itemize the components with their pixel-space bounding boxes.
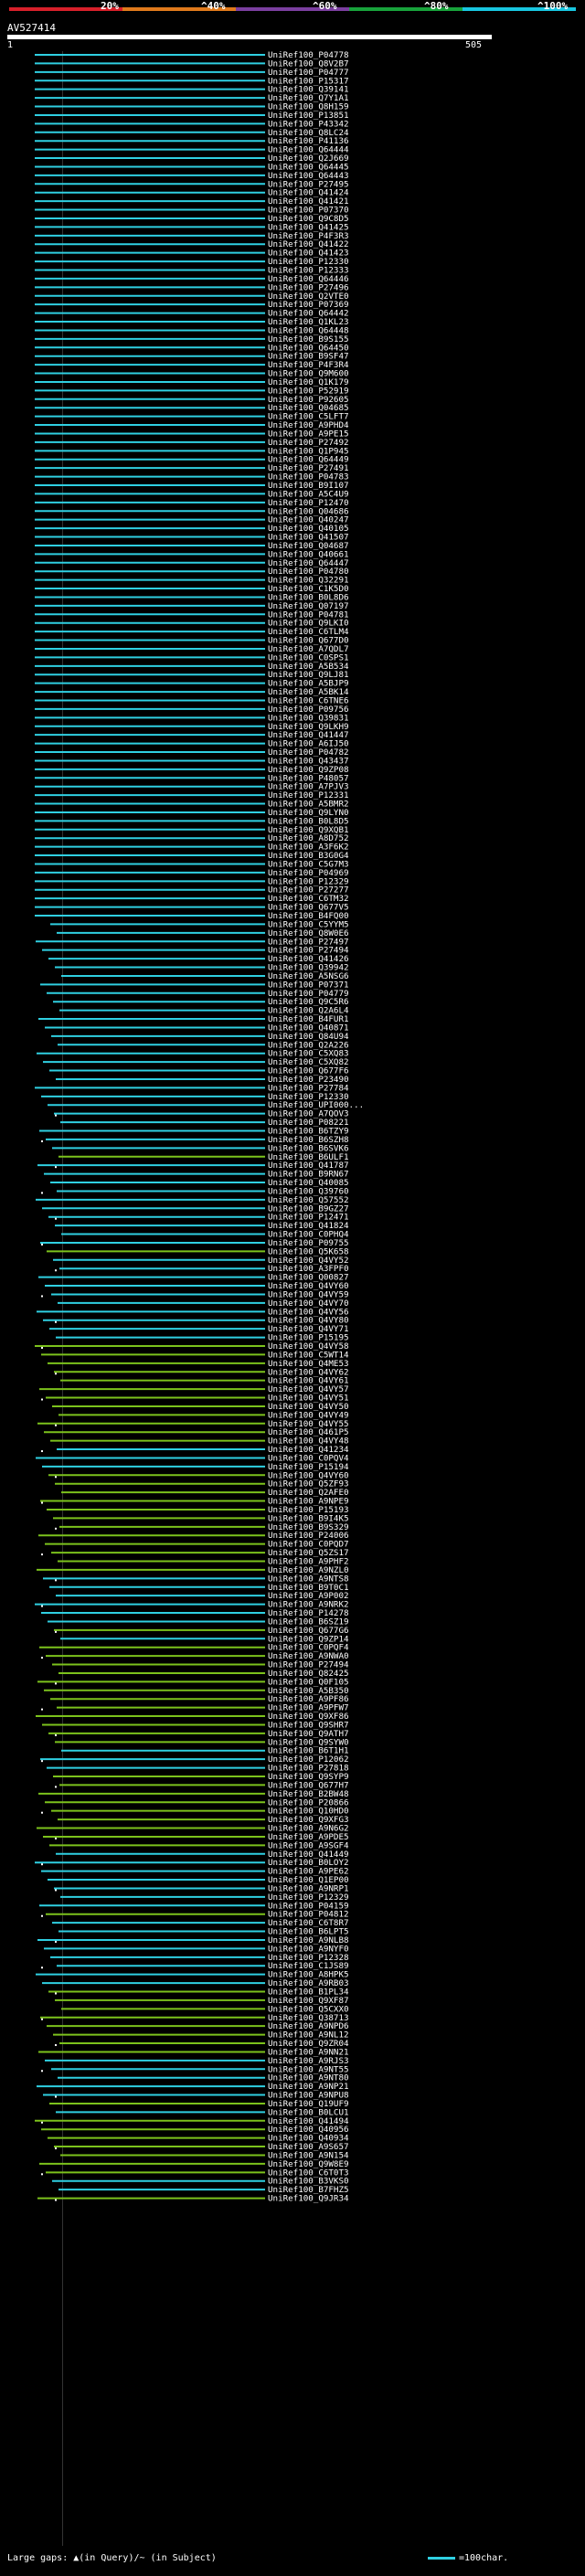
gap-marker	[41, 1450, 43, 1453]
legend-label-40: ^40%	[201, 0, 226, 12]
gap-marker	[41, 2070, 43, 2072]
gap-marker	[55, 1424, 57, 1426]
gap-marker	[55, 1527, 57, 1530]
scale-swatch	[428, 2556, 455, 2560]
gap-marker	[55, 2199, 57, 2201]
gap-marker	[41, 1140, 43, 1142]
gap-marker	[55, 1837, 57, 1839]
scale-label: =100char.	[459, 2553, 509, 2563]
gap-marker	[41, 1192, 43, 1194]
gap-marker	[55, 1940, 57, 1943]
gap-marker	[41, 2173, 43, 2176]
gap-marker	[41, 1553, 43, 1556]
gap-marker	[41, 1243, 43, 1246]
identity-legend-bar	[9, 7, 576, 11]
gap-marker	[55, 1476, 57, 1479]
gap-marker	[41, 1347, 43, 1349]
gap-marker	[55, 1630, 57, 1633]
ruler-start: 1	[7, 40, 14, 50]
hit-list: UniRef100_P04778UniRef100_Q8V2B7UniRef10…	[35, 51, 364, 2204]
gap-marker	[41, 1295, 43, 1298]
gap-marker	[41, 1398, 43, 1401]
gap-marker	[55, 1114, 57, 1117]
gap-marker	[55, 1166, 57, 1169]
gap-marker	[55, 1217, 57, 1220]
gap-marker	[41, 1966, 43, 1969]
query-id: AV527414	[7, 22, 56, 34]
gap-marker	[55, 1786, 57, 1788]
gap-marker	[41, 1657, 43, 1659]
gap-marker	[55, 1682, 57, 1685]
gap-marker	[55, 2044, 57, 2047]
gap-marker	[41, 1760, 43, 1763]
query-ruler	[7, 35, 492, 39]
hit-row[interactable]: UniRef100_Q9JR34	[37, 2194, 349, 2204]
gap-marker	[55, 1733, 57, 1736]
legend-label-20: 20%	[101, 0, 119, 12]
ruler-end: 505	[465, 40, 483, 50]
legend-label-100: ^100%	[537, 0, 569, 12]
gap-marker	[55, 2095, 57, 2098]
footer-gap-legend: Large gaps: ▲(in Query)/~ (in Subject)	[7, 2553, 217, 2563]
gap-marker	[41, 1863, 43, 1866]
gap-marker	[41, 1501, 43, 1504]
legend-label-60: ^60%	[313, 0, 337, 12]
gap-marker	[41, 1708, 43, 1711]
gap-marker	[55, 1269, 57, 1272]
gap-marker	[55, 1889, 57, 1892]
legend-label-80: ^80%	[424, 0, 449, 12]
gap-marker	[41, 1811, 43, 1814]
gap-marker	[55, 1373, 57, 1375]
gap-marker	[41, 1605, 43, 1607]
gap-marker	[41, 2018, 43, 2020]
gap-marker	[55, 1320, 57, 1323]
gap-marker	[41, 2121, 43, 2124]
gap-marker	[55, 1992, 57, 1995]
gap-marker	[41, 1914, 43, 1917]
hit-label[interactable]: UniRef100_Q9JR34	[268, 2194, 349, 2204]
gap-marker	[55, 1579, 57, 1582]
footer-scale-key: =100char.	[428, 2553, 508, 2563]
gap-marker	[55, 2147, 57, 2150]
